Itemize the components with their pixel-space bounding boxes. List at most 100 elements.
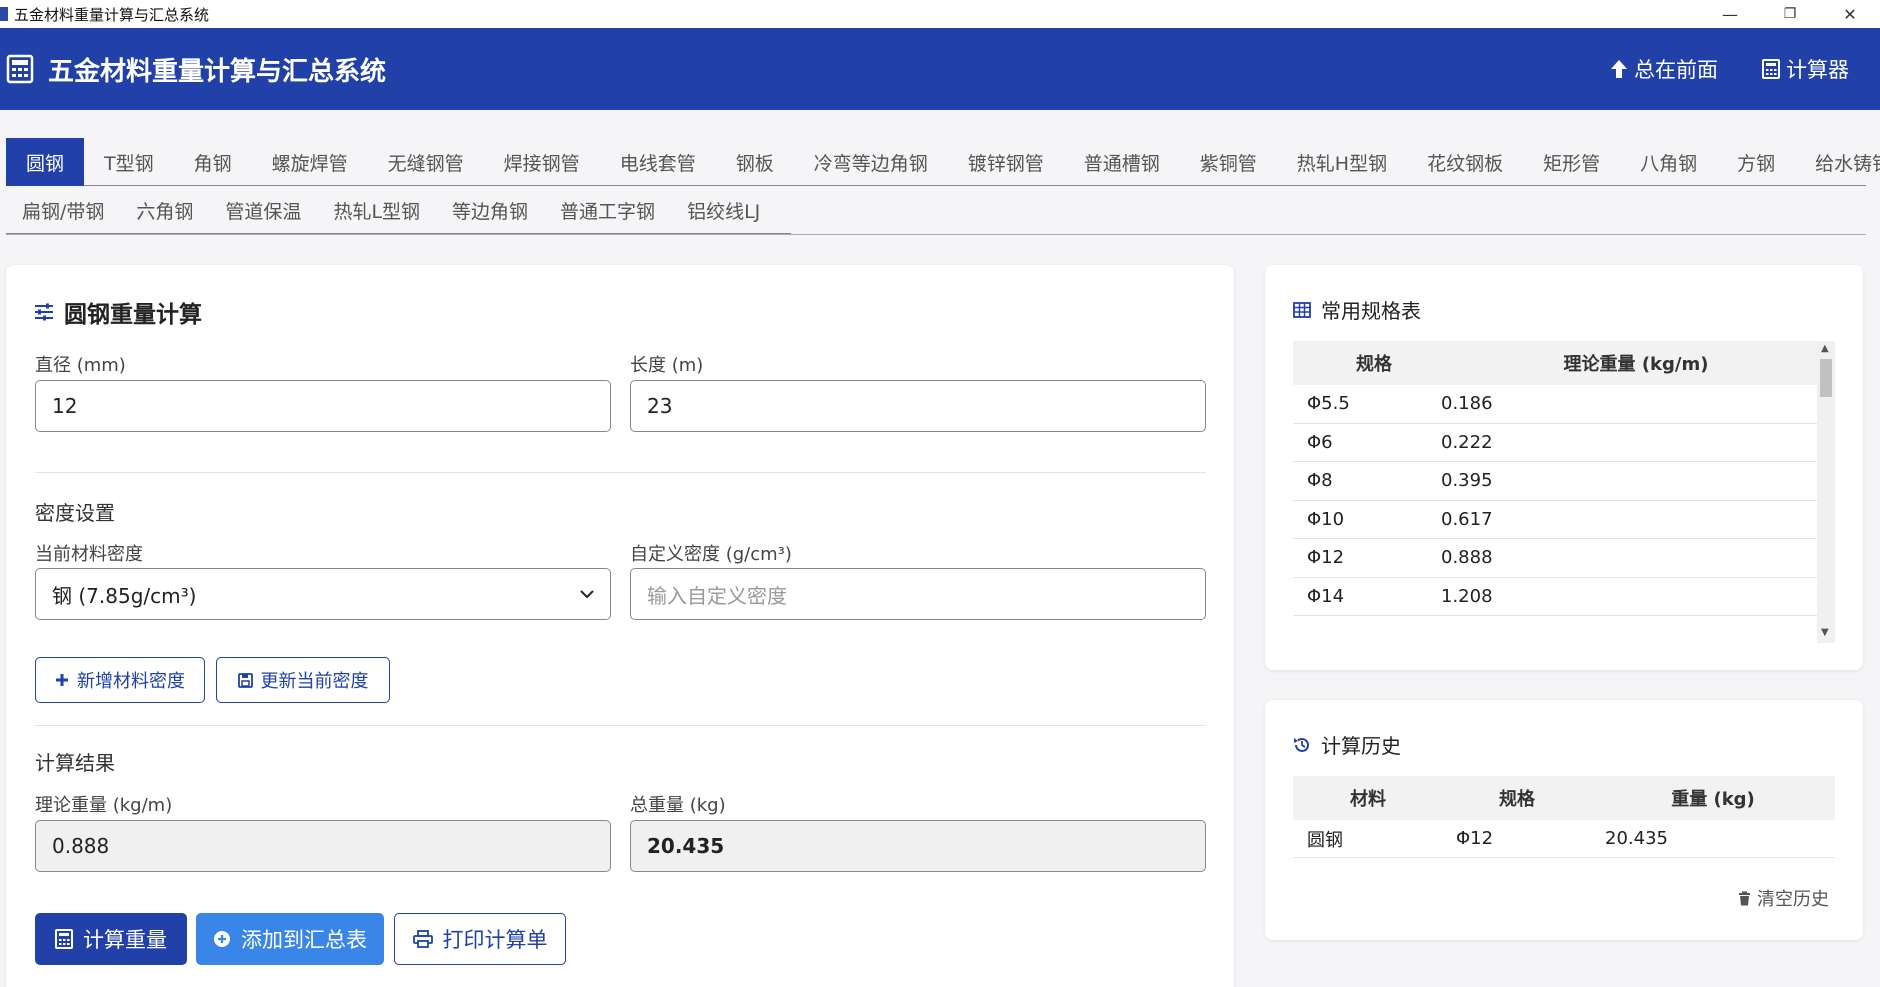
length-input[interactable]: 23 [630, 380, 1206, 432]
maximize-button[interactable]: ❐ [1760, 0, 1820, 28]
tab-row2-3[interactable]: 热轧L型钢 [317, 186, 436, 234]
calculate-label: 计算重量 [83, 928, 167, 952]
tab-12[interactable]: 热轧H型钢 [1277, 138, 1407, 186]
weight-cell: 0.222 [1441, 431, 1493, 453]
always-on-top-button[interactable]: 总在前面 [1610, 54, 1718, 84]
tab-3[interactable]: 螺旋焊管 [252, 138, 368, 186]
update-density-button[interactable]: 更新当前密度 [216, 657, 390, 703]
diameter-label: 直径 (mm) [35, 355, 126, 376]
weight-cell: 0.395 [1441, 470, 1493, 492]
tab-row2-0[interactable]: 扁钢/带钢 [6, 186, 120, 234]
spec-title: 常用规格表 [1293, 295, 1421, 324]
tab-row-1: 圆钢 T型钢 角钢 螺旋焊管 无缝钢管 焊接钢管 电线套管 钢板 冷弯等边角钢 镀锌钢管 普通槽钢紫… [6, 138, 1880, 186]
printer-icon [412, 930, 433, 948]
calc-card: 圆钢重量计算 直径 (mm) 12 长度 (m) 23 密度设置 当前材料密度 … [6, 265, 1234, 987]
weight-cell: 20.435 [1605, 828, 1668, 849]
close-button[interactable]: ✕ [1820, 0, 1880, 28]
table-row[interactable]: 圆钢 Φ12 20.435 [1293, 820, 1835, 858]
spec-cell: Φ12 [1456, 828, 1494, 849]
spec-table-header: 规格 理论重量 (kg/m) [1293, 341, 1817, 385]
print-button[interactable]: 打印计算单 [394, 913, 566, 965]
tab-11[interactable]: 紫铜管 [1180, 138, 1277, 186]
history-table-header: 材料 规格 重量 (kg) [1293, 776, 1835, 820]
app-title: 五金材料重量计算与汇总系统 [48, 56, 387, 87]
tab-9[interactable]: 镀锌钢管 [948, 138, 1064, 186]
spec-cell: Φ12 [1307, 547, 1345, 569]
tab-divider [6, 234, 1866, 235]
scroll-thumb[interactable] [1820, 359, 1832, 397]
add-to-summary-button[interactable]: 添加到汇总表 [196, 913, 384, 965]
tab-row2-4[interactable]: 等边角钢 [436, 186, 544, 234]
tab-row2-2[interactable]: 管道保温 [209, 186, 317, 234]
calculator-label: 计算器 [1786, 58, 1849, 82]
minimize-button[interactable]: — [1700, 0, 1760, 28]
spec-scrollbar[interactable]: ▲ ▼ [1817, 341, 1835, 643]
tab-5[interactable]: 焊接钢管 [484, 138, 600, 186]
tab-row-2: 扁钢/带钢 六角钢 管道保温 热轧L型钢 等边角钢 普通工字钢 铝绞线LJ [6, 186, 791, 234]
table-icon [1293, 301, 1311, 318]
tab-1[interactable]: T型钢 [84, 138, 174, 186]
add-to-summary-label: 添加到汇总表 [241, 928, 367, 952]
tab-13[interactable]: 花纹钢板 [1407, 138, 1523, 186]
result-section-title: 计算结果 [35, 751, 115, 775]
custom-density-input[interactable]: 输入自定义密度 [630, 568, 1206, 620]
plus-icon [56, 674, 68, 686]
col-weight: 重量 (kg) [1671, 789, 1755, 810]
col-spec: 规格 [1356, 354, 1392, 375]
app-header: 五金材料重量计算与汇总系统 总在前面 计算器 [0, 28, 1880, 110]
density-select[interactable]: 钢 (7.85g/cm³) [35, 568, 611, 620]
tab-15[interactable]: 八角钢 [1620, 138, 1717, 186]
scroll-down-icon[interactable]: ▼ [1821, 627, 1829, 638]
custom-density-label: 自定义密度 (g/cm³) [630, 544, 792, 565]
calc-title-text: 圆钢重量计算 [64, 302, 202, 328]
tab-6[interactable]: 电线套管 [600, 138, 716, 186]
window-title: 五金材料重量计算与汇总系统 [14, 5, 210, 24]
calculator-icon [1762, 59, 1780, 79]
tab-8[interactable]: 冷弯等边角钢 [794, 138, 948, 186]
arrow-up-icon [1611, 60, 1627, 78]
tab-17[interactable]: 给水铸铁管 [1795, 138, 1880, 186]
history-card: 计算历史 材料 规格 重量 (kg) 圆钢 Φ12 20.435 清空历史 [1265, 700, 1863, 940]
tab-row2-6[interactable]: 铝绞线LJ [671, 186, 776, 234]
table-row[interactable]: Φ5.5 0.186 [1293, 385, 1817, 424]
spec-cell: Φ14 [1307, 585, 1345, 607]
tab-2[interactable]: 角钢 [174, 138, 252, 186]
tab-16[interactable]: 方钢 [1717, 138, 1795, 186]
current-density-label: 当前材料密度 [35, 544, 143, 565]
spec-table[interactable]: 规格 理论重量 (kg/m) Φ5.5 0.186 Φ6 0.222 Φ8 0.395 Φ1… [1293, 341, 1835, 643]
print-label: 打印计算单 [442, 928, 548, 952]
tab-row2-5[interactable]: 普通工字钢 [544, 186, 671, 234]
clear-history-label: 清空历史 [1757, 889, 1829, 910]
material-tabs: 圆钢 T型钢 角钢 螺旋焊管 无缝钢管 焊接钢管 电线套管 钢板 冷弯等边角钢 镀锌钢管 普通槽钢紫… [6, 138, 1880, 235]
tab-14[interactable]: 矩形管 [1523, 138, 1620, 186]
tab-row2-1[interactable]: 六角钢 [120, 186, 209, 234]
scroll-up-icon[interactable]: ▲ [1821, 343, 1829, 354]
history-icon [1294, 737, 1309, 752]
col-spec: 规格 [1499, 789, 1535, 810]
table-row[interactable]: Φ12 0.888 [1293, 539, 1817, 578]
update-density-label: 更新当前密度 [260, 671, 369, 692]
sliders-icon [35, 303, 53, 321]
table-row[interactable]: Φ14 1.208 [1293, 578, 1817, 616]
spec-cell: Φ5.5 [1307, 393, 1350, 415]
add-density-button[interactable]: 新增材料密度 [35, 657, 205, 703]
table-row[interactable]: Φ6 0.222 [1293, 424, 1817, 462]
tab-4[interactable]: 无缝钢管 [368, 138, 484, 186]
diameter-input[interactable]: 12 [35, 380, 611, 432]
table-row[interactable]: Φ8 0.395 [1293, 462, 1817, 501]
trash-icon [1739, 891, 1750, 905]
tab-7[interactable]: 钢板 [716, 138, 794, 186]
calculate-button[interactable]: 计算重量 [35, 913, 187, 965]
plus-circle-icon [214, 931, 230, 947]
calculator-button[interactable]: 计算器 [1762, 54, 1849, 84]
history-title-text: 计算历史 [1321, 734, 1401, 758]
tab-0[interactable]: 圆钢 [6, 138, 85, 186]
weight-cell: 1.208 [1441, 585, 1493, 607]
total-weight-field: 20.435 [630, 820, 1206, 872]
calculator-icon [55, 929, 73, 949]
tab-10[interactable]: 普通槽钢 [1064, 138, 1180, 186]
table-row[interactable]: Φ10 0.617 [1293, 501, 1817, 539]
calc-title: 圆钢重量计算 [34, 295, 202, 329]
material-cell: 圆钢 [1307, 829, 1343, 851]
clear-history-button[interactable]: 清空历史 [1738, 885, 1829, 911]
